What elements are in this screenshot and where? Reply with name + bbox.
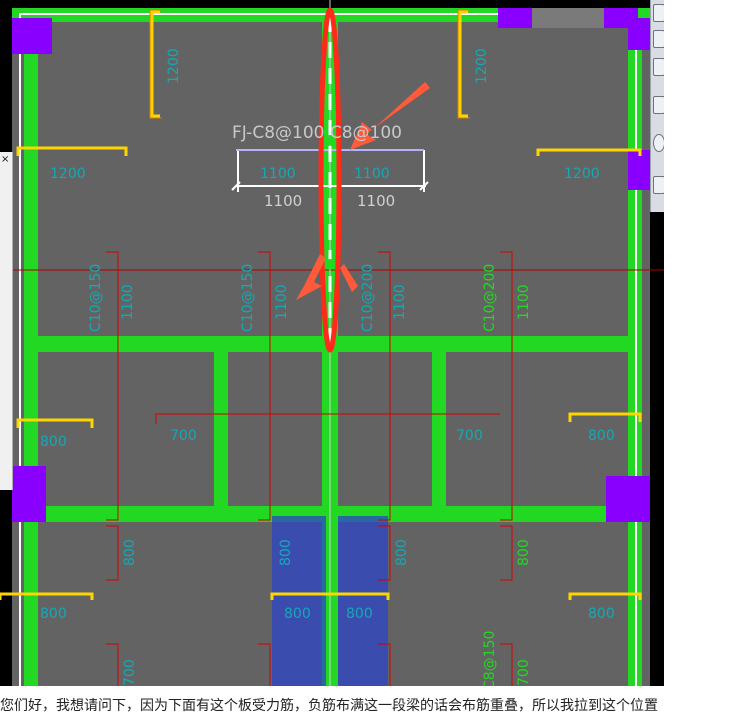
svg-text:1200: 1200 (564, 166, 600, 182)
rebar-node-bottom (325, 259, 335, 269)
svg-text:1200: 1200 (50, 166, 86, 182)
svg-text:800: 800 (588, 606, 615, 622)
svg-text:700: 700 (122, 659, 138, 686)
screenshot-stage: FJ-C8@100 C8@100 1100 1100 1200 1200 110… (0, 0, 751, 721)
cad-drawing[interactable]: FJ-C8@100 C8@100 1100 1100 1200 1200 110… (0, 0, 664, 686)
svg-text:1100: 1100 (274, 284, 290, 320)
svg-text:800: 800 (40, 434, 67, 450)
highlight-region-right (338, 516, 388, 686)
svg-text:800: 800 (278, 539, 294, 566)
cad-viewport[interactable]: FJ-C8@100 C8@100 1100 1100 1200 1200 110… (0, 0, 664, 686)
toolbar-icon[interactable] (653, 176, 664, 194)
column-right-top (628, 18, 650, 50)
question-text: 您们好，我想请问下，因为下面有这个板受力筋，负筋布满这一段梁的话会布筋重叠，所以… (0, 698, 658, 714)
svg-text:C8@150: C8@150 (482, 631, 498, 686)
svg-text:1100: 1100 (392, 284, 408, 320)
low-panel-label-green: 800 (516, 539, 532, 566)
svg-text:C10@200: C10@200 (482, 264, 498, 332)
beam-mid-vertical-1 (214, 352, 228, 506)
svg-text:700: 700 (516, 659, 532, 686)
gray-block-top (532, 8, 604, 28)
toolbar-icon[interactable] (653, 134, 664, 152)
svg-text:1100: 1100 (357, 192, 395, 210)
svg-text:800: 800 (588, 428, 615, 444)
column-top-left (12, 18, 52, 54)
column-right-low (606, 476, 650, 522)
svg-text:C10@200: C10@200 (360, 264, 376, 332)
svg-text:1100: 1100 (354, 166, 390, 182)
beam-mid-vertical-2 (432, 352, 446, 506)
svg-text:800: 800 (40, 606, 67, 622)
close-icon[interactable]: × (1, 154, 9, 165)
svg-text:800: 800 (122, 539, 138, 566)
toolbar-icon[interactable] (653, 96, 664, 114)
toolbar-icon[interactable] (653, 4, 664, 22)
svg-text:1100: 1100 (516, 284, 532, 320)
rebar-spec-label: FJ-C8@100 C8@100 (232, 123, 402, 143)
svg-text:C10@150: C10@150 (88, 264, 104, 332)
svg-text:1200: 1200 (474, 48, 490, 84)
svg-text:1100: 1100 (120, 284, 136, 320)
svg-text:1100: 1100 (264, 192, 302, 210)
toolbar-icon[interactable] (653, 30, 664, 48)
svg-text:800: 800 (284, 606, 311, 622)
column-top-right-a (498, 8, 532, 28)
left-side-panel[interactable]: × (0, 152, 13, 490)
svg-text:1100: 1100 (260, 166, 296, 182)
svg-text:800: 800 (394, 539, 410, 566)
column-left-low (12, 466, 46, 522)
svg-text:1200: 1200 (166, 48, 182, 84)
svg-text:800: 800 (346, 606, 373, 622)
svg-text:700: 700 (170, 428, 197, 444)
right-toolbar[interactable] (650, 0, 664, 212)
svg-text:700: 700 (456, 428, 483, 444)
toolbar-icon[interactable] (653, 58, 664, 76)
svg-text:C10@150: C10@150 (240, 264, 256, 332)
